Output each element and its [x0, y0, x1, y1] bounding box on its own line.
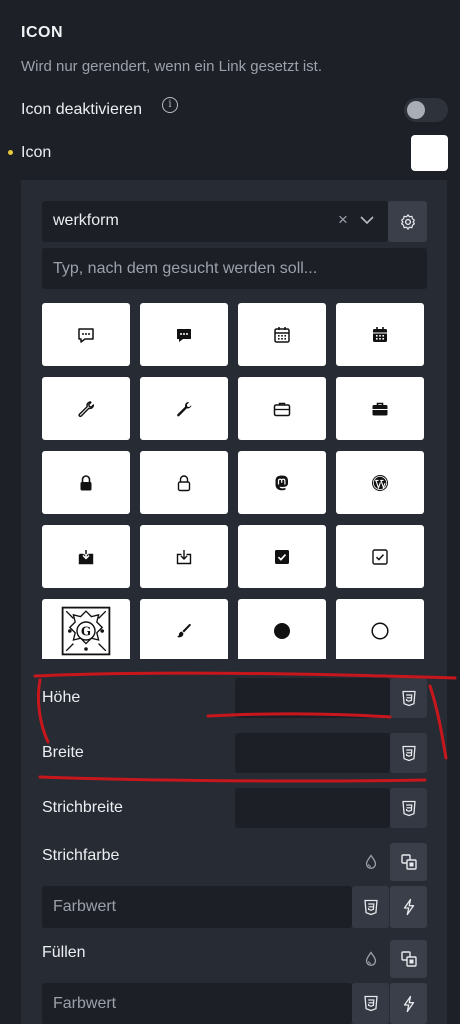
- icon-label: Icon: [21, 144, 52, 161]
- css3-icon: [363, 899, 378, 915]
- comment-solid-icon: [177, 328, 191, 342]
- checkbox-checked-solid-icon: [275, 549, 289, 564]
- icon-tile[interactable]: [336, 451, 424, 514]
- chevron-down-icon[interactable]: [358, 213, 376, 232]
- fill-palette-button[interactable]: [390, 940, 427, 978]
- clear-icon[interactable]: ×: [338, 210, 348, 230]
- changed-indicator-dot: [8, 150, 13, 155]
- comment-outline-icon: [78, 327, 94, 343]
- brush-icon: [177, 623, 191, 637]
- color-drop-icon[interactable]: [360, 851, 382, 873]
- css3-icon: [401, 745, 416, 761]
- icon-tile[interactable]: G: [42, 599, 130, 659]
- download-box-outline-icon: [176, 549, 192, 564]
- width-input[interactable]: [235, 733, 390, 773]
- wrench-solid-icon: [177, 401, 192, 416]
- icon-grid: G: [42, 303, 424, 659]
- fill-color-placeholder: Farbwert: [53, 995, 117, 1012]
- icon-tile[interactable]: [42, 525, 130, 588]
- fill-dynamic-button[interactable]: [390, 983, 427, 1024]
- icon-search-input[interactable]: [42, 248, 427, 289]
- stroke-color-placeholder: Farbwert: [53, 898, 117, 915]
- disable-icon-label: Icon deaktivieren: [21, 101, 142, 118]
- icon-tile[interactable]: [238, 303, 326, 366]
- lightning-icon: [403, 898, 414, 916]
- color-drop-icon[interactable]: [360, 948, 382, 970]
- icon-tile[interactable]: [238, 451, 326, 514]
- height-label: Höhe: [42, 689, 81, 706]
- mastodon-icon: [275, 475, 288, 490]
- stroke-color-label: Strichfarbe: [42, 847, 120, 864]
- icon-tile[interactable]: [336, 599, 424, 659]
- width-label: Breite: [42, 744, 84, 761]
- fill-css-button[interactable]: [352, 983, 389, 1024]
- checkbox-checked-outline-icon: [372, 548, 388, 565]
- icon-tile[interactable]: [42, 377, 130, 440]
- lightning-icon: [403, 995, 414, 1012]
- icon-tile[interactable]: [238, 377, 326, 440]
- download-box-solid-icon: [78, 549, 94, 564]
- icon-library-value: werkform: [53, 212, 119, 229]
- icon-tile[interactable]: [336, 377, 424, 440]
- icon-tile[interactable]: [238, 599, 326, 659]
- icon-tile[interactable]: [238, 525, 326, 588]
- icon-tile[interactable]: [42, 451, 130, 514]
- icon-tile[interactable]: [140, 303, 228, 366]
- calendar-outline-icon: [274, 326, 290, 343]
- ornate-emblem-icon: G: [61, 606, 111, 655]
- calendar-solid-icon: [373, 326, 387, 342]
- stroke-width-css-button[interactable]: [390, 788, 427, 828]
- icon-tile[interactable]: [140, 525, 228, 588]
- circle-outline-icon: [371, 621, 389, 640]
- wrench-outline-icon: [78, 400, 95, 417]
- icon-tile[interactable]: [140, 377, 228, 440]
- wordpress-icon: [372, 474, 388, 491]
- stroke-width-input[interactable]: [235, 788, 390, 828]
- icon-grid-scroll[interactable]: G: [42, 303, 428, 659]
- briefcase-solid-icon: [372, 402, 388, 415]
- palette-icon: [400, 854, 417, 870]
- css3-icon: [363, 995, 378, 1012]
- css3-icon: [401, 800, 416, 816]
- fill-label: Füllen: [42, 944, 86, 961]
- height-css-button[interactable]: [390, 678, 427, 718]
- icon-tile[interactable]: [42, 303, 130, 366]
- icon-tile[interactable]: [336, 525, 424, 588]
- width-css-button[interactable]: [390, 733, 427, 773]
- gear-icon: [400, 213, 415, 230]
- icon-preview-swatch[interactable]: [411, 135, 448, 171]
- info-icon[interactable]: i: [162, 97, 178, 113]
- icon-tile[interactable]: [140, 599, 228, 659]
- stroke-width-label: Strichbreite: [42, 799, 123, 816]
- lock-solid-icon: [80, 474, 92, 490]
- css3-icon: [401, 690, 416, 706]
- palette-icon: [400, 951, 417, 967]
- stroke-color-palette-button[interactable]: [390, 843, 427, 881]
- icon-tile[interactable]: [336, 303, 424, 366]
- briefcase-outline-icon: [273, 402, 291, 416]
- lock-outline-icon: [177, 474, 191, 491]
- section-title: ICON: [21, 24, 63, 41]
- svg-text:G: G: [81, 624, 91, 638]
- stroke-color-css-button[interactable]: [352, 886, 389, 928]
- library-settings-button[interactable]: [388, 201, 427, 242]
- section-description: Wird nur gerendert, wenn ein Link gesetz…: [21, 58, 322, 75]
- circle-solid-icon: [274, 622, 290, 639]
- stroke-color-dynamic-button[interactable]: [390, 886, 427, 928]
- disable-icon-toggle[interactable]: [404, 98, 448, 122]
- height-input[interactable]: [235, 678, 390, 718]
- icon-tile[interactable]: [140, 451, 228, 514]
- toggle-knob: [407, 101, 425, 119]
